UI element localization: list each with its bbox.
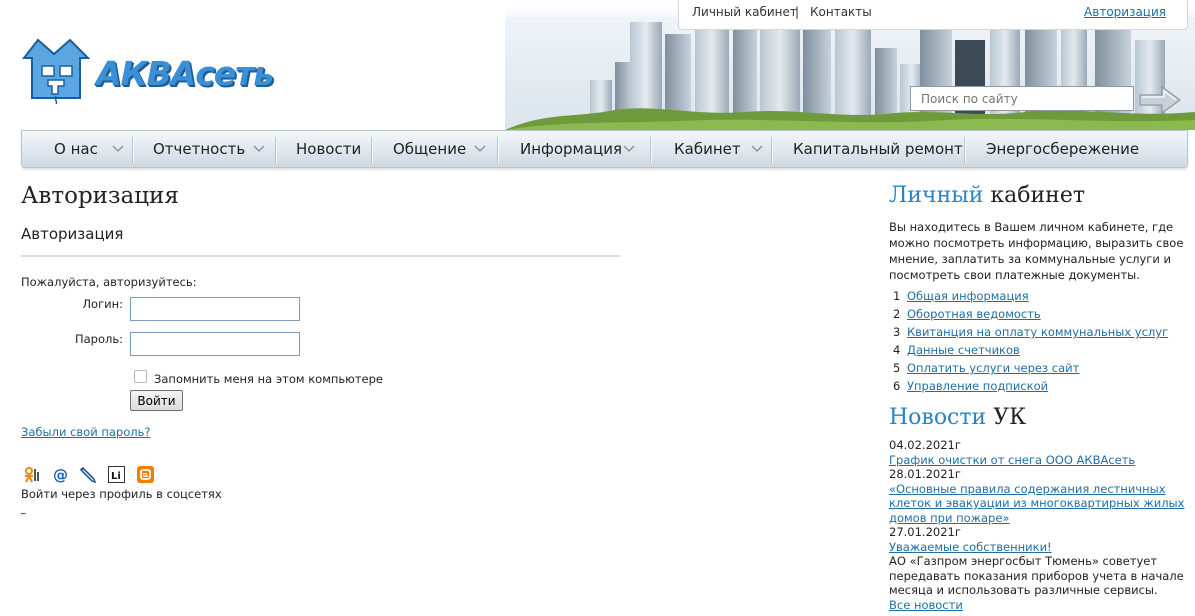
news-heading-rest: УК bbox=[986, 405, 1027, 430]
main-navigation: О нас Отчетность Новости Общение Информа… bbox=[21, 130, 1188, 168]
cabinet-heading: Личный кабинет bbox=[889, 183, 1085, 208]
cabinet-link-turnover-sheet[interactable]: Оборотная ведомость bbox=[907, 307, 1041, 321]
top-links-bar: Личный кабинет | Контакты Авторизация bbox=[678, 0, 1188, 30]
cabinet-link-meter-data[interactable]: Данные счетчиков bbox=[907, 343, 1020, 357]
forgot-password-link[interactable]: Забыли свой пароль? bbox=[21, 425, 150, 439]
page-title: Авторизация bbox=[21, 183, 179, 209]
chevron-down-icon bbox=[474, 145, 486, 153]
search-arrow-icon[interactable] bbox=[1138, 84, 1182, 116]
login-prompt: Пожалуйста, авторизуйтесь: bbox=[21, 275, 197, 289]
list-item: 5 Оплатить услуги через сайт bbox=[893, 360, 1168, 378]
top-links-separator: | bbox=[795, 5, 800, 19]
cabinet-links-list: 1 Общая информация 2 Оборотная ведомость 3… bbox=[893, 288, 1168, 396]
news-date: 04.02.2021г bbox=[889, 438, 961, 452]
cabinet-heading-accent: Личный bbox=[889, 183, 984, 208]
house-water-logo-icon bbox=[21, 38, 91, 104]
login-input[interactable] bbox=[130, 297, 300, 321]
cabinet-link-general-info[interactable]: Общая информация bbox=[907, 289, 1029, 303]
login-label: Логин: bbox=[82, 297, 123, 311]
livejournal-icon[interactable] bbox=[80, 466, 97, 483]
list-number: 2 bbox=[893, 307, 901, 321]
nav-divider bbox=[371, 137, 372, 163]
list-item: 1 Общая информация bbox=[893, 288, 1168, 306]
svg-text:@: @ bbox=[53, 466, 68, 483]
nav-divider bbox=[650, 137, 651, 163]
auth-link[interactable]: Авторизация bbox=[1084, 5, 1166, 19]
nav-divider bbox=[275, 137, 276, 163]
nav-item-communication[interactable]: Общение bbox=[393, 131, 466, 168]
section-title: Авторизация bbox=[21, 225, 124, 243]
cabinet-link-utility-receipt[interactable]: Квитанция на оплату коммунальных услуг bbox=[907, 325, 1168, 339]
search-input[interactable] bbox=[910, 86, 1134, 111]
news-list: 04.02.2021г График очистки от снега ООО … bbox=[889, 438, 1189, 612]
site-logo[interactable]: АКВАсеть bbox=[20, 36, 280, 104]
chevron-down-icon bbox=[623, 145, 635, 153]
list-number: 5 bbox=[893, 361, 901, 375]
svg-text:Li: Li bbox=[111, 471, 121, 482]
news-link[interactable]: Уважаемые собственники! bbox=[889, 540, 1189, 555]
nav-item-about[interactable]: О нас bbox=[54, 131, 98, 168]
nav-item-capital-repair[interactable]: Капитальный ремонт bbox=[793, 131, 963, 168]
top-link-contacts[interactable]: Контакты bbox=[810, 5, 872, 19]
social-login-text: Войти через профиль в соцсетях bbox=[21, 487, 222, 501]
list-item: 3 Квитанция на оплату коммунальных услуг bbox=[893, 324, 1168, 342]
blogger-icon[interactable] bbox=[137, 466, 154, 483]
login-submit-button[interactable]: Войти bbox=[130, 390, 183, 411]
cabinet-link-pay-online[interactable]: Оплатить услуги через сайт bbox=[907, 361, 1079, 375]
remember-me-label[interactable]: Запомнить меня на этом компьютере bbox=[154, 372, 383, 386]
news-link[interactable]: График очистки от снега ООО АКВАсеть bbox=[889, 453, 1189, 468]
news-excerpt: АО «Газпром энергосбыт Тюмень» советует … bbox=[889, 554, 1184, 597]
logo-text: АКВАсеть bbox=[96, 54, 274, 93]
all-news-link[interactable]: Все новости bbox=[889, 598, 1189, 613]
remember-me-checkbox[interactable] bbox=[134, 370, 147, 383]
liveinternet-icon[interactable]: Li bbox=[108, 466, 125, 483]
news-date: 28.01.2021г bbox=[889, 467, 961, 481]
nav-divider bbox=[964, 137, 965, 163]
nav-divider bbox=[497, 137, 498, 163]
cabinet-link-subscription[interactable]: Управление подпиской bbox=[907, 379, 1048, 393]
list-item: 2 Оборотная ведомость bbox=[893, 306, 1168, 324]
cabinet-description: Вы находитесь в Вашем личном кабинете, г… bbox=[889, 220, 1184, 282]
list-number: 6 bbox=[893, 379, 901, 393]
cabinet-heading-rest: кабинет bbox=[983, 183, 1086, 208]
list-number: 3 bbox=[893, 325, 901, 339]
list-item: 4 Данные счетчиков bbox=[893, 342, 1168, 360]
nav-divider bbox=[132, 137, 133, 163]
password-input[interactable] bbox=[130, 332, 300, 356]
list-number: 1 bbox=[893, 289, 901, 303]
chevron-down-icon bbox=[253, 145, 265, 153]
chevron-down-icon bbox=[112, 145, 124, 153]
mail-ru-icon[interactable]: @ bbox=[52, 466, 69, 483]
nav-item-cabinet[interactable]: Кабинет bbox=[674, 131, 741, 168]
news-link[interactable]: «Основные правила содержания лестничных … bbox=[889, 482, 1189, 526]
top-link-cabinet[interactable]: Личный кабинет bbox=[692, 5, 797, 19]
news-heading-accent: Новости bbox=[889, 405, 987, 430]
list-item: 6 Управление подпиской bbox=[893, 378, 1168, 396]
nav-item-reports[interactable]: Отчетность bbox=[153, 131, 245, 168]
nav-divider bbox=[771, 137, 772, 163]
list-number: 4 bbox=[893, 343, 901, 357]
odnoklassniki-icon[interactable] bbox=[23, 466, 40, 483]
hidden-link[interactable]: _ bbox=[21, 505, 26, 515]
nav-item-information[interactable]: Информация bbox=[520, 131, 622, 168]
password-label: Пароль: bbox=[74, 332, 123, 346]
nav-item-news[interactable]: Новости bbox=[296, 131, 361, 168]
nav-item-energy-saving[interactable]: Энергосбережение bbox=[986, 131, 1139, 168]
news-heading: Новости УК bbox=[889, 405, 1026, 430]
site-header: Личный кабинет | Контакты Авторизация АК… bbox=[0, 0, 1195, 130]
news-date: 27.01.2021г bbox=[889, 525, 961, 539]
chevron-down-icon bbox=[751, 145, 763, 153]
divider bbox=[21, 255, 621, 257]
